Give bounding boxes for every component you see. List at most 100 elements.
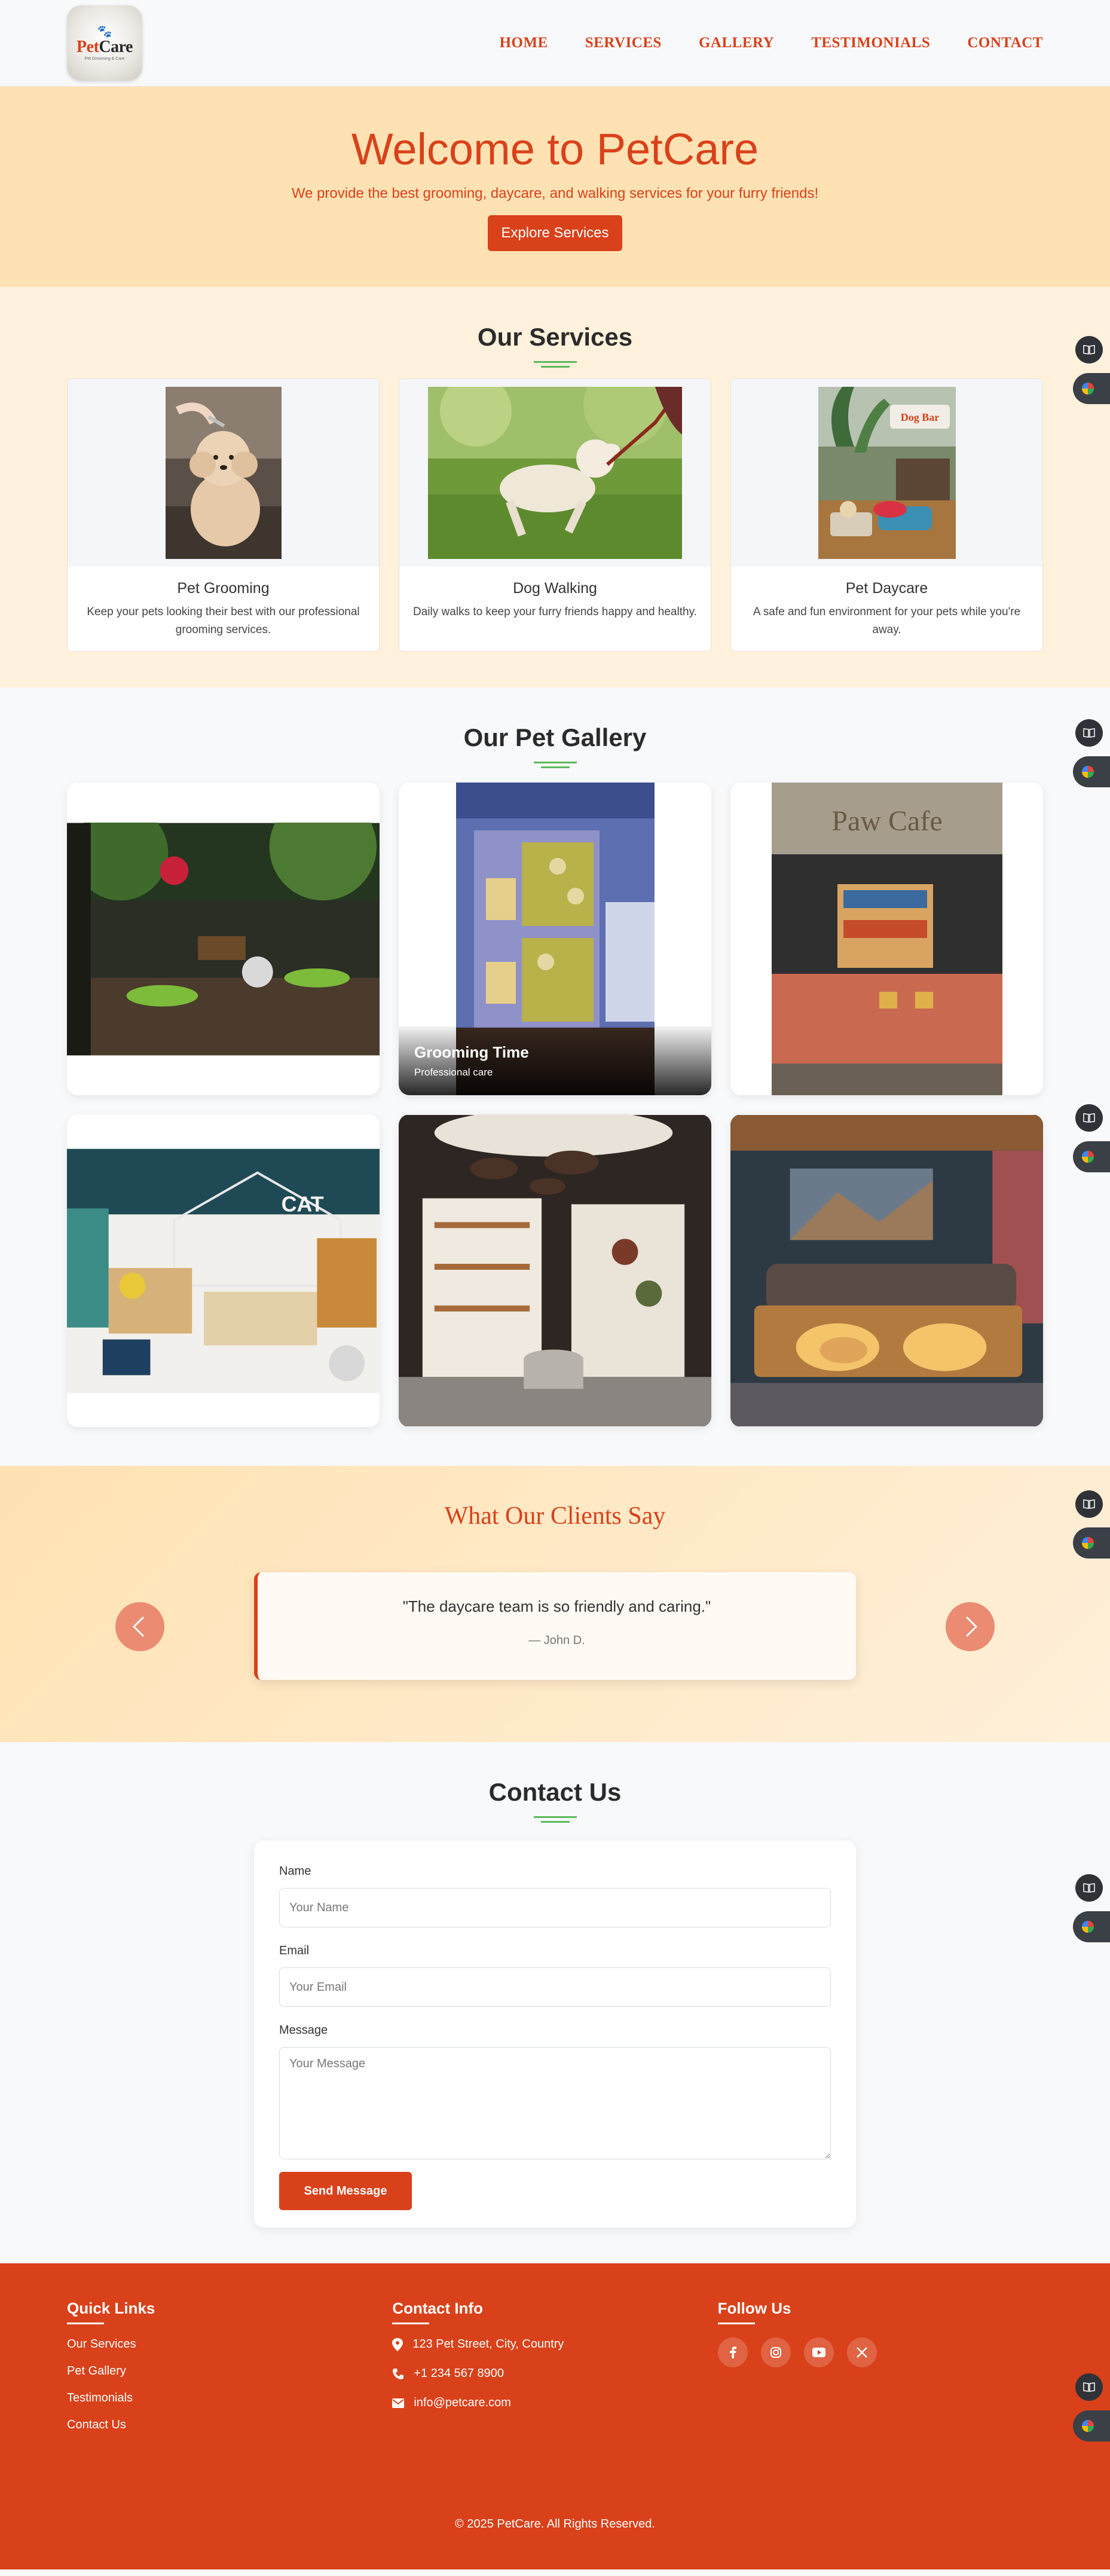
send-message-button[interactable]: Send Message <box>279 2172 412 2210</box>
title-underline <box>533 762 577 768</box>
grooming-image <box>165 387 282 559</box>
side-widget <box>1071 336 1110 404</box>
reader-button[interactable] <box>1075 1874 1103 1902</box>
name-field[interactable] <box>279 1888 831 1927</box>
prev-testimonial-button[interactable] <box>115 1602 164 1651</box>
google-button[interactable] <box>1073 1911 1110 1942</box>
instagram-button[interactable] <box>760 2337 791 2367</box>
nav-link-gallery[interactable]: GALLERY <box>699 35 774 51</box>
title-underline <box>533 361 577 368</box>
hero-subtitle: We provide the best grooming, daycare, a… <box>291 185 819 201</box>
message-label: Message <box>279 2024 328 2037</box>
reader-button[interactable] <box>1075 336 1103 363</box>
google-button[interactable] <box>1073 1141 1110 1172</box>
side-widget <box>1071 719 1110 787</box>
reader-button[interactable] <box>1075 719 1103 747</box>
service-title: Dog Walking <box>513 580 597 597</box>
contact-section: Contact Us Name Email Message Send Messa… <box>0 1742 1110 2263</box>
gallery-image-pet-bed <box>730 1114 1043 1427</box>
paw-cafe-sign: Paw Cafe <box>831 805 942 837</box>
side-widget <box>1071 1874 1110 1942</box>
service-card-grooming[interactable]: Pet Grooming Keep your pets looking thei… <box>67 378 380 652</box>
gallery-item[interactable]: Grooming Time Professional care <box>399 783 711 1095</box>
gallery-image-pet-store: CAT <box>67 1148 380 1393</box>
gallery-item[interactable]: CAT <box>67 1114 380 1427</box>
copyright-text: © 2025 PetCare. All Rights Reserved. <box>455 2517 655 2531</box>
reader-button[interactable] <box>1075 1490 1103 1518</box>
address-text: 123 Pet Street, City, Country <box>412 2337 564 2351</box>
book-icon <box>1083 728 1095 738</box>
footer-follow: Follow Us <box>717 2299 1043 2445</box>
service-desc: A safe and fun environment for your pets… <box>753 606 1021 636</box>
services-section: Our Services Pet Grooming Keep your pets… <box>0 287 1110 687</box>
gallery-image-boutique <box>399 1114 711 1427</box>
social-links <box>717 2337 1043 2367</box>
logo-tagline: Pet Grooming & Care <box>84 56 125 61</box>
dog-bar-sign: Dog Bar <box>900 411 939 423</box>
google-button[interactable] <box>1073 756 1110 787</box>
x-icon <box>856 2347 867 2358</box>
google-button[interactable] <box>1073 1527 1110 1559</box>
map-marker-icon <box>392 2337 403 2351</box>
side-widget <box>1071 2373 1110 2441</box>
gallery-item[interactable]: Paw Cafe <box>730 783 1043 1095</box>
email-text: info@petcare.com <box>414 2396 511 2409</box>
service-title: Pet Grooming <box>177 580 270 597</box>
gallery-overlay: Grooming Time Professional care <box>399 1026 711 1095</box>
book-icon <box>1083 1883 1095 1893</box>
nav-link-services[interactable]: SERVICES <box>585 35 662 51</box>
message-field[interactable] <box>279 2047 831 2159</box>
hero-section: Welcome to PetCare We provide the best g… <box>0 87 1110 287</box>
reader-button[interactable] <box>1075 2373 1103 2401</box>
footer-quick-links: Quick Links Our Services Pet Gallery Tes… <box>67 2299 392 2445</box>
explore-services-button[interactable]: Explore Services <box>488 215 622 251</box>
gallery-section: Our Pet Gallery Grooming Time Profession… <box>0 687 1110 1466</box>
gallery-item[interactable] <box>67 783 380 1095</box>
gallery-image-paw-cafe: Paw Cafe <box>771 783 1002 1095</box>
logo[interactable]: 🐾 PetCare Pet Grooming & Care <box>67 5 142 81</box>
contact-title: Contact Us <box>488 1778 622 1806</box>
testimonial-card: "The daycare team is so friendly and car… <box>254 1572 856 1680</box>
hero-title: Welcome to PetCare <box>351 124 759 174</box>
title-underline <box>533 1816 577 1823</box>
overlay-subtitle: Professional care <box>414 1067 493 1078</box>
nav-link-testimonials[interactable]: TESTIMONIALS <box>811 35 930 51</box>
nav-link-contact[interactable]: CONTACT <box>967 35 1043 51</box>
contact-form: Name Email Message Send Message <box>254 1841 856 2227</box>
book-icon <box>1083 1113 1095 1123</box>
google-icon <box>1082 2420 1094 2432</box>
next-testimonial-button[interactable] <box>946 1602 995 1651</box>
phone-icon <box>393 2368 404 2379</box>
footer-link-services[interactable]: Our Services <box>67 2337 392 2351</box>
youtube-icon <box>812 2348 825 2357</box>
side-widget <box>1071 1104 1110 1172</box>
reader-button[interactable] <box>1075 1104 1103 1132</box>
gallery-item[interactable] <box>730 1114 1043 1427</box>
gallery-item[interactable] <box>399 1114 711 1427</box>
google-button[interactable] <box>1073 373 1110 404</box>
follow-title: Follow Us <box>717 2299 791 2317</box>
service-card-walking[interactable]: Dog Walking Daily walks to keep your fur… <box>399 378 711 652</box>
youtube-button[interactable] <box>803 2337 834 2367</box>
store-sign: CAT <box>282 1192 324 1216</box>
google-button[interactable] <box>1073 2410 1110 2441</box>
google-icon <box>1082 1921 1094 1933</box>
footer-contact-info: Contact Info 123 Pet Street, City, Count… <box>392 2299 717 2445</box>
google-icon <box>1082 1151 1094 1163</box>
address-row: 123 Pet Street, City, Country <box>392 2337 717 2351</box>
footer-link-gallery[interactable]: Pet Gallery <box>67 2364 392 2378</box>
phone-row: +1 234 567 8900 <box>392 2367 717 2381</box>
email-field[interactable] <box>279 1967 831 2007</box>
facebook-button[interactable] <box>717 2337 748 2367</box>
logo-text: PetCare <box>77 37 133 56</box>
chevron-right-icon <box>965 1616 978 1637</box>
footer-link-testimonials[interactable]: Testimonials <box>67 2391 392 2405</box>
nav-link-home[interactable]: HOME <box>500 35 548 51</box>
footer-link-contact[interactable]: Contact Us <box>67 2418 392 2432</box>
service-card-daycare[interactable]: Dog Bar Pet Daycare A safe and fun envir… <box>730 378 1043 652</box>
x-button[interactable] <box>846 2337 877 2367</box>
instagram-icon <box>770 2347 781 2358</box>
chevron-left-icon <box>132 1616 145 1637</box>
footer: Quick Links Our Services Pet Gallery Tes… <box>0 2263 1110 2569</box>
gallery-grid: Grooming Time Professional care Paw Cafe <box>0 783 1110 1427</box>
